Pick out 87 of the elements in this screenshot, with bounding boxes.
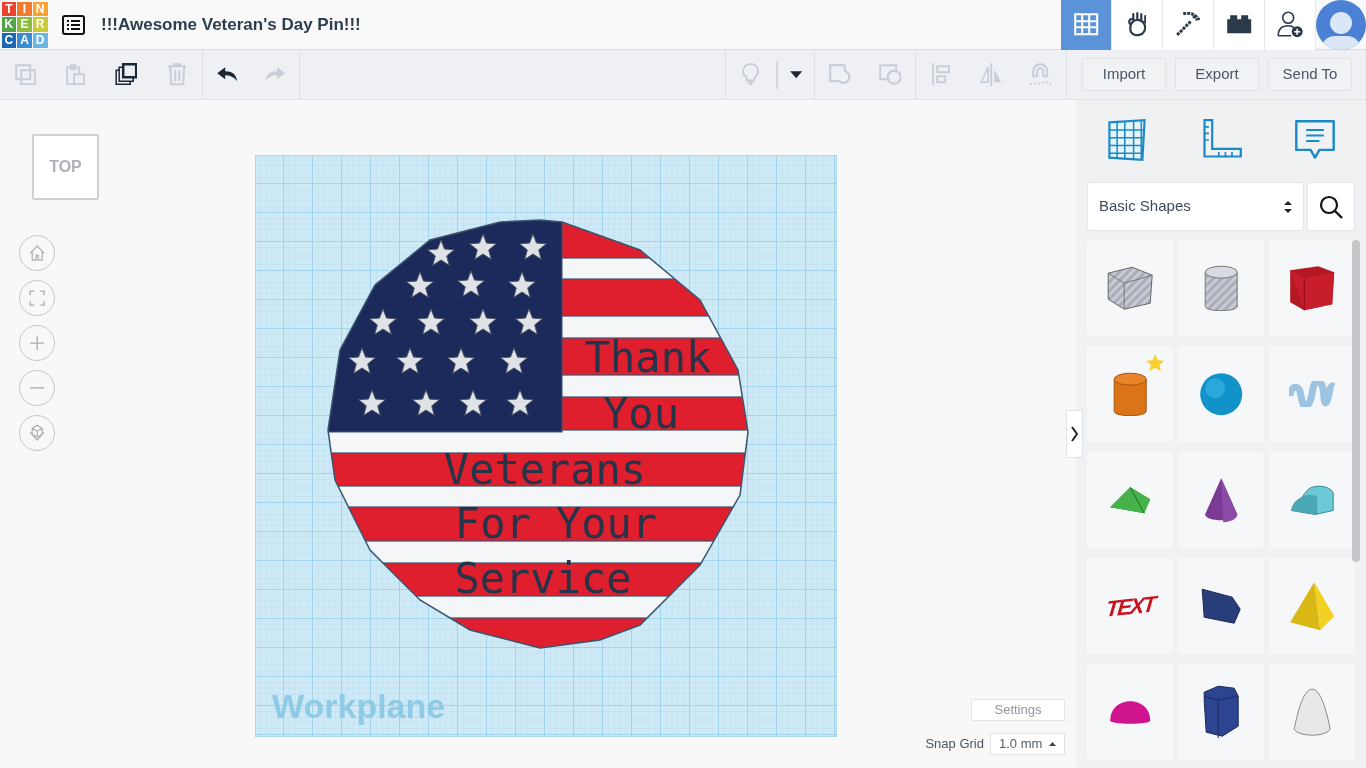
- user-avatar[interactable]: [1316, 0, 1366, 50]
- search-icon: [1319, 194, 1343, 219]
- shape-tile[interactable]: [1178, 346, 1264, 442]
- box-hole-shape-icon: [1106, 265, 1154, 311]
- fit-icon: [28, 289, 46, 307]
- sphere-shape-icon: [1198, 371, 1244, 417]
- brick-icon: [1225, 14, 1253, 35]
- favorite-star-icon[interactable]: [1145, 353, 1166, 373]
- shape-tile[interactable]: [1087, 240, 1173, 336]
- brick-mode-button[interactable]: [1214, 0, 1265, 50]
- toolbar-action-button[interactable]: Send To: [1268, 58, 1352, 91]
- bulb-icon: [742, 63, 760, 86]
- roof-shape-icon: [1108, 485, 1152, 515]
- toolbar-action-button[interactable]: Import: [1082, 58, 1166, 91]
- magnet-icon: [1029, 63, 1053, 86]
- perspective-view-button[interactable]: [19, 415, 55, 451]
- fit-view-button[interactable]: [19, 280, 55, 316]
- scribble-shape-icon: [1288, 380, 1336, 408]
- hexagonal-prism-shape-icon: [1202, 684, 1240, 740]
- paraboloid-shape-icon: [1292, 687, 1332, 737]
- half-sphere-shape-icon: [1108, 699, 1152, 725]
- shape-tile[interactable]: [1087, 452, 1173, 548]
- box-shape-icon: [1288, 264, 1336, 312]
- add-user-icon: [1276, 10, 1304, 39]
- pickaxe-mode-button[interactable]: [1163, 0, 1214, 50]
- shape-tile[interactable]: [1269, 452, 1355, 548]
- category-dropdown[interactable]: Basic Shapes: [1087, 182, 1304, 231]
- pyramid-shape-icon: [1288, 580, 1336, 632]
- redo-icon: [263, 66, 287, 83]
- settings-button[interactable]: Settings: [971, 699, 1065, 721]
- align-icon: [931, 62, 951, 87]
- shape-tile[interactable]: [1269, 558, 1355, 654]
- add-user-mode-button[interactable]: [1265, 0, 1316, 50]
- grid-icon: [1072, 12, 1100, 37]
- sort-arrows-icon: [1284, 199, 1292, 214]
- category-value: Basic Shapes: [1099, 196, 1191, 217]
- zoom-in-view-button[interactable]: [19, 325, 55, 361]
- perspective-icon: [28, 424, 46, 442]
- scrollbar-thumb[interactable]: [1352, 240, 1360, 562]
- snap-grid-label: Snap Grid: [925, 735, 984, 754]
- workplane-label: Workplane: [272, 687, 446, 725]
- notes-icon: [1293, 118, 1337, 162]
- copy-icon: [14, 63, 36, 86]
- snap-grid-dropdown[interactable]: 1.0 mm: [990, 733, 1065, 755]
- design-title[interactable]: !!!Awesome Veteran's Day Pin!!!: [101, 11, 361, 38]
- home-icon: [28, 244, 46, 262]
- search-button[interactable]: [1307, 182, 1355, 231]
- mirror-icon: [979, 61, 1003, 88]
- round-roof-shape-icon: [1289, 484, 1335, 516]
- home-view-button[interactable]: [19, 235, 55, 271]
- undo-icon: [215, 66, 239, 83]
- caret-icon: [788, 69, 804, 80]
- tinkercad-logo[interactable]: T I N K E R C A D: [1, 1, 48, 48]
- cylinder-hole-shape-icon: [1203, 264, 1239, 312]
- shape-tile[interactable]: [1269, 346, 1355, 442]
- zoom-out-view-button[interactable]: [19, 370, 55, 406]
- paste-icon: [66, 63, 86, 86]
- design-list-icon[interactable]: [62, 14, 85, 35]
- shape-tile[interactable]: TEXT: [1087, 558, 1173, 654]
- toolbar-action-button[interactable]: Export: [1175, 58, 1259, 91]
- cylinder-shape-icon: [1112, 371, 1148, 417]
- zoom-in-icon: [28, 334, 46, 352]
- delete-icon: [166, 63, 187, 86]
- hand-icon: [1127, 12, 1147, 37]
- shape-tile[interactable]: [1178, 452, 1264, 548]
- hand-mode-button[interactable]: [1112, 0, 1163, 50]
- ungroup-icon: [878, 64, 902, 85]
- shape-tile[interactable]: [1269, 240, 1355, 336]
- pickaxe-icon: [1175, 12, 1201, 37]
- duplicate-icon: [115, 63, 138, 86]
- shape-tile[interactable]: [1087, 346, 1173, 442]
- shape-tile[interactable]: [1178, 240, 1264, 336]
- shape-tile[interactable]: [1269, 664, 1355, 760]
- chevron-right-icon: [1071, 426, 1078, 442]
- view-cube-label: TOP: [49, 157, 82, 177]
- prism-shape-icon: [1200, 587, 1242, 625]
- workplane-icon: [1105, 118, 1149, 162]
- zoom-out-icon: [28, 386, 46, 390]
- snap-grid-value: 1.0 mm: [999, 735, 1043, 754]
- text-shape-label: TEXT: [1104, 589, 1156, 624]
- caret-up-icon: [1049, 742, 1056, 746]
- cone-shape-icon: [1203, 476, 1239, 524]
- shape-tile[interactable]: [1178, 558, 1264, 654]
- collapse-panel-button[interactable]: [1066, 410, 1083, 458]
- group-icon: [829, 64, 851, 85]
- shape-tile[interactable]: [1087, 664, 1173, 760]
- shape-tile[interactable]: [1178, 664, 1264, 760]
